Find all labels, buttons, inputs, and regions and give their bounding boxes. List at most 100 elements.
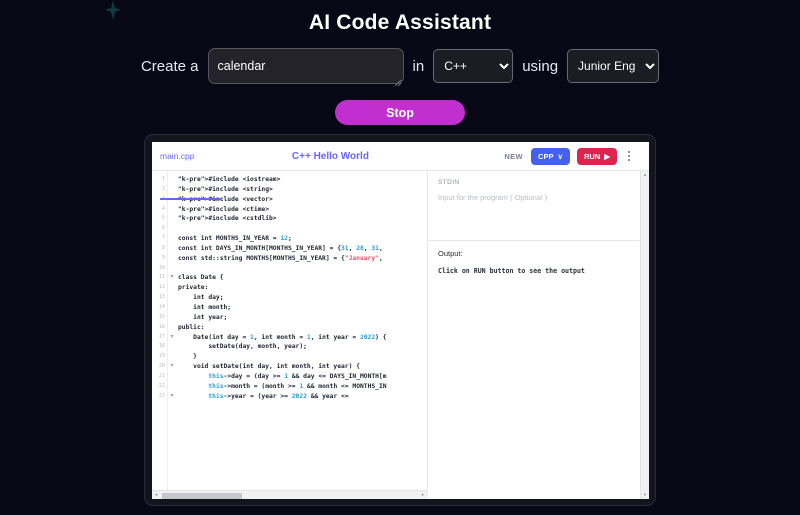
fold-marker [168,313,176,323]
code-editor-frame: main.cpp C++ Hello World NEW CPP ∨ RUN ▶… [144,134,656,506]
code-line: "k-pre">#include <string> [178,185,273,193]
code-line: int month; [178,303,232,311]
fold-marker [168,323,176,333]
code-line: "k-pre">#include <iostream> [178,176,281,183]
run-button[interactable]: RUN ▶ [576,147,617,165]
fold-marker [168,175,176,185]
line-number: 2 [161,185,165,192]
more-options-icon[interactable] [623,147,635,165]
line-number: 10 [158,264,165,271]
label-create-a: Create a [140,57,199,75]
output-label: Output: [438,249,463,258]
hscroll-thumb[interactable] [162,492,242,499]
code-line: setDate(day, month, year); [178,343,307,351]
line-number: 15 [158,313,165,320]
fold-marker [168,254,176,264]
code-line: public: [178,323,205,331]
fold-marker[interactable]: ▾ [168,273,176,283]
stop-button[interactable]: Stop [335,100,465,125]
line-number: 17 [158,333,165,340]
code-line: class Date { [178,274,224,282]
line-number: 23 [158,392,165,399]
fold-marker [168,293,176,303]
fold-marker [168,382,176,392]
io-pane: STDIN Input for the program ( Optional )… [427,171,649,499]
line-number: 21 [158,372,165,379]
scroll-left-arrow-icon[interactable]: ◂ [152,492,160,498]
stdin-section[interactable]: STDIN Input for the program ( Optional ) [428,171,649,241]
scroll-right-arrow-icon[interactable]: ▸ [419,492,427,498]
fold-marker [168,264,176,274]
code-pane[interactable]: 1234567891011121314151617181920212223 ▾▾… [152,171,427,499]
fold-marker [168,283,176,293]
fold-marker[interactable]: ▾ [168,333,176,343]
stdin-label: STDIN [438,179,460,186]
code-line: this->day = (day >= 1 && day <= DAYS_IN_… [208,372,387,380]
line-number: 13 [158,294,165,301]
stdin-placeholder[interactable]: Input for the program ( Optional ) [438,193,639,202]
fold-marker-column[interactable]: ▾ ▾ ▾ ▾ [168,171,176,499]
line-number: 4 [161,205,165,212]
line-number: 11 [158,274,165,281]
chevron-down-icon: ∨ [557,151,563,161]
action-row: Stop [0,100,800,125]
line-number: 20 [158,363,165,370]
fold-marker [168,185,176,195]
run-button-label: RUN [583,151,601,161]
line-number: 14 [158,303,165,310]
fold-marker[interactable]: ▾ [168,392,176,402]
code-content[interactable]: "k-pre">#include <iostream> "k-pre">#incl… [176,171,427,499]
code-line: int day; [178,294,224,302]
code-editor: main.cpp C++ Hello World NEW CPP ∨ RUN ▶… [152,142,649,499]
label-using: using [522,57,559,75]
code-line: this->month = (month >= 1 && month <= MO… [208,382,387,390]
editor-body: 1234567891011121314151617181920212223 ▾▾… [152,170,649,499]
code-line: Date(int day = 1, int month = 1, int yea… [178,333,387,341]
code-line: void setDate(int day, int month, int yea… [178,363,360,371]
line-number: 1 [161,176,165,182]
new-button[interactable]: NEW [504,152,523,161]
play-icon: ▶ [604,151,610,161]
fold-marker[interactable]: ▾ [168,362,176,372]
code-line: } [178,353,197,361]
line-number: 18 [158,343,165,350]
line-number: 8 [161,244,165,251]
label-in: in [412,57,425,75]
code-line: private: [178,284,209,292]
line-number-gutter: 1234567891011121314151617181920212223 [152,171,168,499]
code-line: "k-pre">#include <ctime> [178,205,269,213]
code-line: const int MONTHS_IN_YEAR = 12; [178,235,292,243]
prompt-row: Create a in C++ using Junior Engineer [0,44,800,88]
line-number: 16 [158,323,165,330]
output-text: Click on RUN button to see the output [438,267,585,275]
vertical-scrollbar[interactable]: ▴ ▾ [640,171,649,499]
line-number: 22 [158,382,165,389]
code-line: const int DAYS_IN_MONTH[MONTHS_IN_YEAR] … [178,244,383,252]
tab-main-cpp[interactable]: main.cpp [160,151,203,161]
code-line: "k-pre">#include <cstdlib> [178,215,277,223]
language-select[interactable]: C++ [433,49,514,83]
hscroll-track[interactable] [160,492,419,499]
fold-marker [168,352,176,362]
scroll-down-arrow-icon[interactable]: ▾ [644,491,647,499]
editor-toolbar: main.cpp C++ Hello World NEW CPP ∨ RUN ▶ [152,142,649,170]
line-number: 5 [161,215,165,222]
topic-input[interactable] [207,48,404,84]
fold-marker [168,214,176,224]
language-dropdown-button[interactable]: CPP ∨ [531,147,570,165]
scroll-up-arrow-icon[interactable]: ▴ [644,171,647,179]
horizontal-scrollbar[interactable]: ◂ ▸ [152,490,427,499]
fold-marker [168,303,176,313]
fold-marker [168,234,176,244]
output-section: Output: Click on RUN button to see the o… [428,241,649,499]
fold-marker [168,224,176,234]
editor-title: C++ Hello World [291,150,369,162]
role-select[interactable]: Junior Engineer [567,49,660,83]
code-line: const std::string MONTHS[MONTHS_IN_YEAR]… [178,254,383,262]
fold-marker [168,342,176,352]
decorative-sparkle-icon [104,0,122,22]
line-number: 6 [161,225,165,232]
fold-marker [168,205,176,215]
